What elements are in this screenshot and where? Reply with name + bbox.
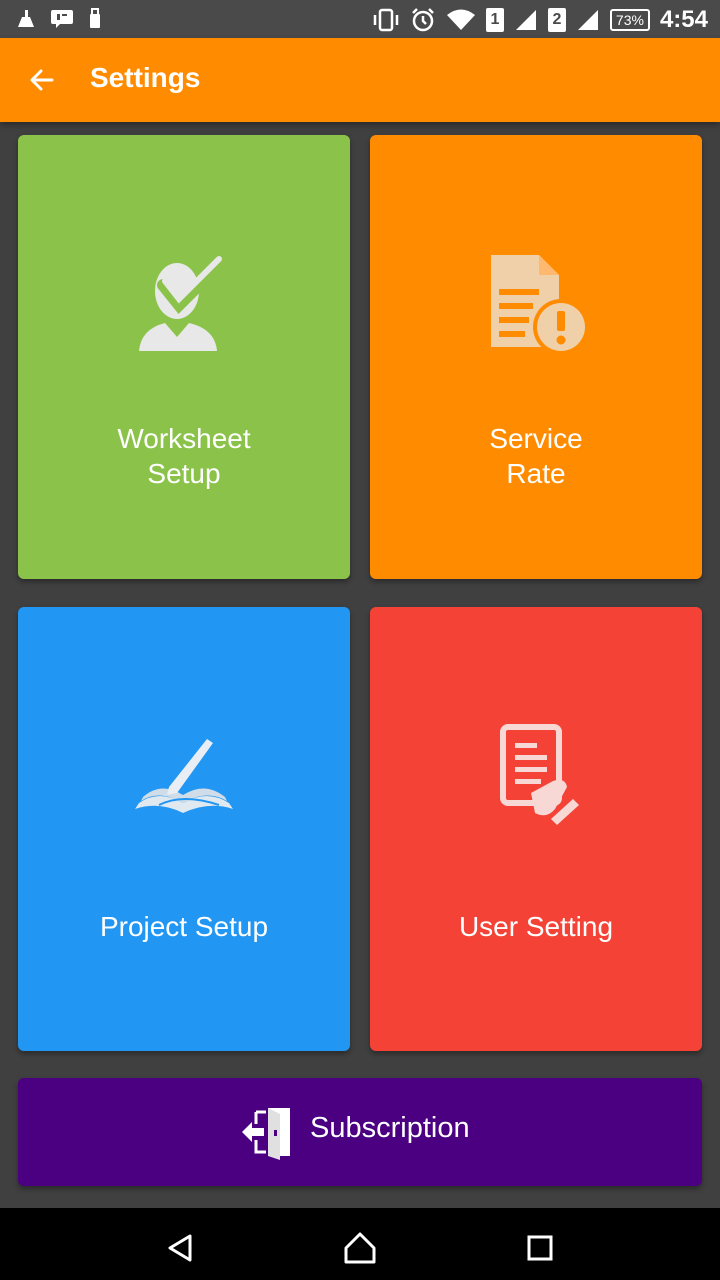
exit-door-icon <box>242 1108 290 1160</box>
project-setup-label: Project Setup <box>99 911 269 942</box>
cleaner-icon <box>18 10 34 27</box>
back-nav-icon[interactable] <box>160 1228 200 1268</box>
arrow-back-icon[interactable] <box>28 66 56 94</box>
service-label-line1: Service <box>489 423 583 454</box>
alarm-icon <box>412 8 434 32</box>
subscription-label: Subscription <box>310 1112 470 1144</box>
person-check-icon <box>18 251 350 361</box>
vibrate-icon <box>373 8 399 32</box>
message-icon <box>51 10 73 28</box>
user-setting-label: User Setting <box>458 911 614 942</box>
signal2-icon <box>577 10 598 30</box>
home-nav-icon[interactable] <box>340 1228 380 1268</box>
sim2-badge: 2 <box>547 8 566 32</box>
usb-icon <box>90 8 100 28</box>
document-alert-icon <box>370 251 702 361</box>
book-pen-icon <box>18 723 350 833</box>
signal1-icon <box>515 10 536 30</box>
status-bar: 1 2 73% 4:54 <box>0 0 720 38</box>
recents-nav-icon[interactable] <box>520 1228 560 1268</box>
user-setting-tile[interactable]: User Setting <box>370 607 702 1051</box>
project-setup-tile[interactable]: Project Setup <box>18 607 350 1051</box>
worksheet-setup-tile[interactable]: Worksheet Setup <box>18 135 350 579</box>
clock: 4:54 <box>659 6 708 33</box>
service-rate-tile[interactable]: Service Rate <box>370 135 702 579</box>
app-bar: Settings <box>0 38 720 122</box>
worksheet-label-line1: Worksheet <box>117 423 251 454</box>
system-icons: 1 2 73% 4:54 <box>372 4 708 36</box>
page-title: Settings <box>90 62 201 93</box>
worksheet-label-line2: Setup <box>147 458 221 489</box>
battery-indicator: 73% <box>609 9 650 31</box>
wifi-icon <box>446 9 475 30</box>
document-hand-icon <box>370 723 702 833</box>
subscription-button[interactable]: Subscription <box>18 1078 702 1186</box>
service-label-line2: Rate <box>506 458 566 489</box>
sim1-badge: 1 <box>485 8 504 32</box>
system-nav-bar <box>0 1208 720 1280</box>
notification-icons <box>16 8 102 30</box>
